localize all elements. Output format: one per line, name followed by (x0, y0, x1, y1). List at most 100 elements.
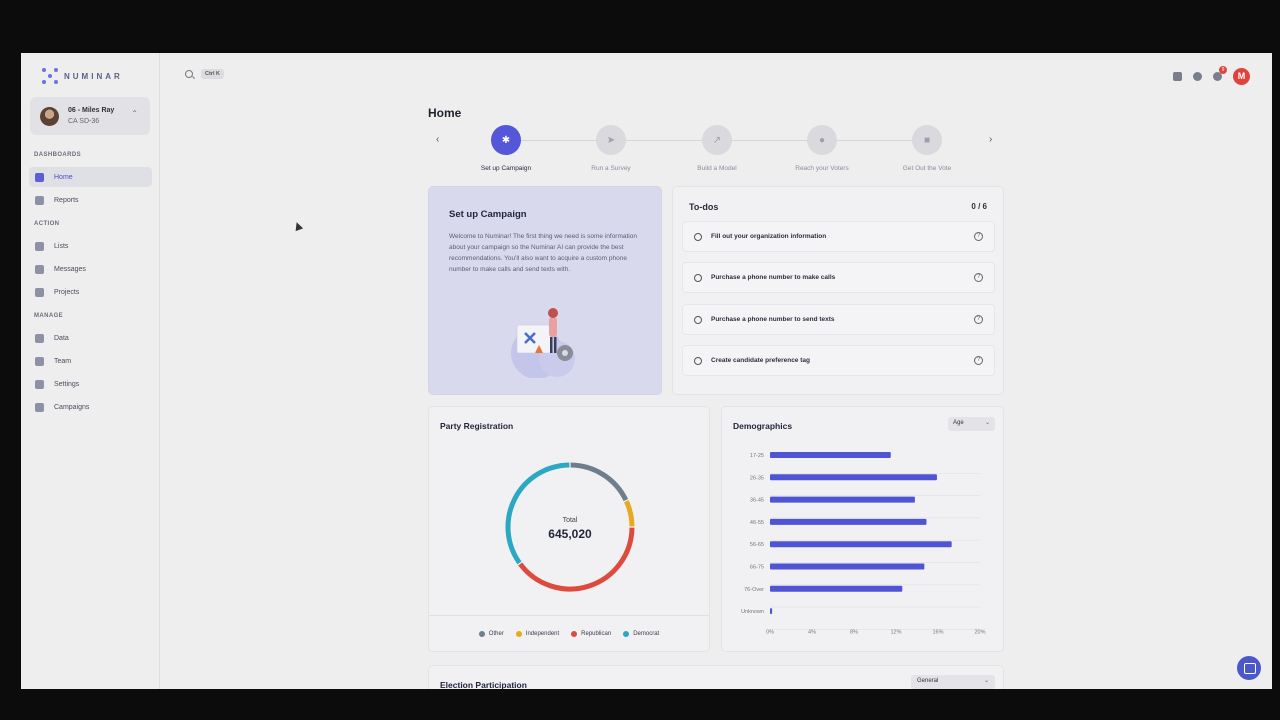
send-icon: ➤ (596, 125, 626, 155)
legend-label: Independent (525, 630, 560, 637)
todo-label: Create candidate preference tag (711, 357, 810, 364)
todo-checkbox[interactable] (694, 273, 702, 282)
chat-support-button[interactable] (1237, 656, 1261, 680)
setup-campaign-card[interactable]: Set up Campaign Welcome to Numinar! The … (428, 186, 662, 395)
gear-icon: ✱ (491, 125, 521, 155)
demographic-bar[interactable] (770, 452, 891, 458)
step-reach-your-voters[interactable]: ● Reach your Voters (777, 125, 867, 172)
chart-icon (35, 195, 44, 205)
legend-item-other[interactable]: Other (478, 630, 504, 637)
sidebar-item-settings[interactable]: Settings (29, 374, 152, 394)
sidebar-item-team[interactable]: Team (29, 351, 152, 371)
bar-category-label: 66-75 (750, 565, 764, 571)
search-trigger[interactable]: Ctrl K (185, 69, 224, 79)
sidebar-item-home[interactable]: Home (29, 167, 152, 187)
todos-count: 0 / 6 (971, 202, 987, 211)
legend-item-republican[interactable]: Republican (571, 630, 611, 637)
donut-slice-independent[interactable] (624, 500, 635, 527)
todo-label: Fill out your organization information (711, 233, 827, 240)
chevron-right-icon[interactable]: › (989, 134, 992, 145)
team-icon (35, 356, 44, 366)
todo-item[interactable]: Purchase a phone number to make calls ? (682, 262, 995, 293)
legend-label: Other (488, 630, 504, 637)
sidebar: NUMINAR 06 - Miles Ray CA SD-36 ⌃ DASHBO… (21, 53, 160, 689)
bar-category-label: 46-55 (750, 520, 764, 526)
demographic-bar[interactable] (770, 496, 915, 503)
help-icon[interactable]: ? (974, 232, 983, 241)
help-icon[interactable]: ? (974, 273, 983, 282)
step-set-up-campaign[interactable]: ✱ Set up Campaign (461, 125, 551, 172)
x-tick-label: 4% (808, 629, 816, 635)
logo[interactable]: NUMINAR (42, 68, 123, 84)
sidebar-item-label: Messages (54, 265, 86, 273)
todo-label: Purchase a phone number to make calls (711, 274, 836, 281)
section-label-manage: MANAGE (34, 313, 64, 319)
demographic-bar[interactable] (770, 608, 773, 615)
section-label-action: ACTION (34, 221, 60, 227)
step-label: Build a Model (697, 165, 737, 172)
party-donut-chart: Total 645,020 (505, 462, 635, 592)
demographics-select[interactable]: Age ⌄ (948, 417, 995, 431)
step-run-a-survey[interactable]: ➤ Run a Survey (566, 125, 656, 172)
avatar (40, 106, 59, 126)
bar-category-label: Unknown (741, 609, 764, 615)
chevron-down-icon: ⌄ (983, 678, 989, 684)
sidebar-item-projects[interactable]: Projects (29, 282, 152, 302)
sidebar-item-lists[interactable]: Lists (29, 236, 152, 256)
account-switcher[interactable]: 06 - Miles Ray CA SD-36 ⌃ (30, 97, 150, 135)
home-icon (35, 172, 44, 182)
election-select[interactable]: General ⌄ (911, 675, 995, 689)
sidebar-item-label: Settings (54, 380, 80, 388)
user-avatar[interactable]: M (1233, 68, 1250, 85)
demographics-bar-chart: 17-25 26-35 36-45 46-55 56-65 66-75 76-Over Unk… (741, 452, 986, 635)
donut-slice-democrat[interactable] (505, 462, 570, 565)
help-icon[interactable] (1193, 72, 1202, 81)
bar-category-label: 56-65 (750, 542, 764, 548)
demographic-bar[interactable] (770, 518, 927, 525)
legend-item-democrat[interactable]: Democrat (623, 630, 660, 637)
mouse-cursor-icon (292, 220, 304, 232)
gear-icon (35, 379, 44, 389)
sidebar-item-campaigns[interactable]: Campaigns (29, 397, 152, 417)
help-icon[interactable]: ? (974, 315, 983, 324)
brand-name: NUMINAR (64, 71, 123, 81)
todo-item[interactable]: Fill out your organization information ? (682, 221, 995, 252)
donut-slice-other[interactable] (570, 462, 629, 502)
setup-description: Welcome to Numinar! The first thing we n… (449, 233, 637, 273)
election-title: Election Participation (440, 680, 527, 689)
sidebar-item-label: Data (54, 334, 69, 342)
sidebar-item-data[interactable]: Data (29, 328, 152, 348)
numinar-logo-icon (42, 68, 58, 84)
demographic-bar[interactable] (770, 585, 903, 592)
demographic-bar[interactable] (770, 474, 937, 481)
todo-checkbox[interactable] (694, 356, 702, 365)
bell-icon[interactable]: 9 (1213, 66, 1227, 81)
onboarding-stepper: ‹ ✱ Set up Campaign ➤ Run a Survey ↗ Bui… (428, 125, 1004, 175)
todo-checkbox[interactable] (694, 232, 702, 241)
building-icon (35, 402, 44, 412)
legend-label: Democrat (633, 630, 660, 637)
app-window: NUMINAR 06 - Miles Ray CA SD-36 ⌃ DASHBO… (21, 53, 1272, 689)
demographic-bar[interactable] (770, 541, 952, 548)
notification-badge: 9 (1219, 66, 1227, 74)
step-get-out-the-vote[interactable]: ■ Get Out the Vote (882, 125, 972, 172)
sidebar-item-label: Projects (54, 288, 80, 296)
chevron-updown-icon: ⌃ (131, 109, 138, 118)
search-icon (185, 70, 193, 78)
x-tick-label: 8% (850, 629, 858, 635)
section-label-dashboards: DASHBOARDS (34, 152, 82, 158)
legend-item-independent[interactable]: Independent (515, 630, 560, 637)
todo-checkbox[interactable] (694, 315, 702, 324)
sidebar-item-label: Reports (54, 196, 79, 204)
step-build-a-model[interactable]: ↗ Build a Model (672, 125, 762, 172)
help-icon[interactable]: ? (974, 356, 983, 365)
sidebar-item-messages[interactable]: Messages (29, 259, 152, 279)
sidebar-item-reports[interactable]: Reports (29, 190, 152, 210)
demographic-bar[interactable] (770, 563, 925, 570)
message-icon (35, 264, 44, 274)
todo-item[interactable]: Create candidate preference tag ? (682, 345, 995, 376)
demographics-card: Demographics Age ⌄ 17-25 26-35 36-45 46-55 5… (721, 406, 1004, 652)
chat-icon[interactable] (1173, 72, 1182, 81)
chevron-left-icon[interactable]: ‹ (436, 134, 439, 145)
todo-item[interactable]: Purchase a phone number to send texts ? (682, 304, 995, 335)
